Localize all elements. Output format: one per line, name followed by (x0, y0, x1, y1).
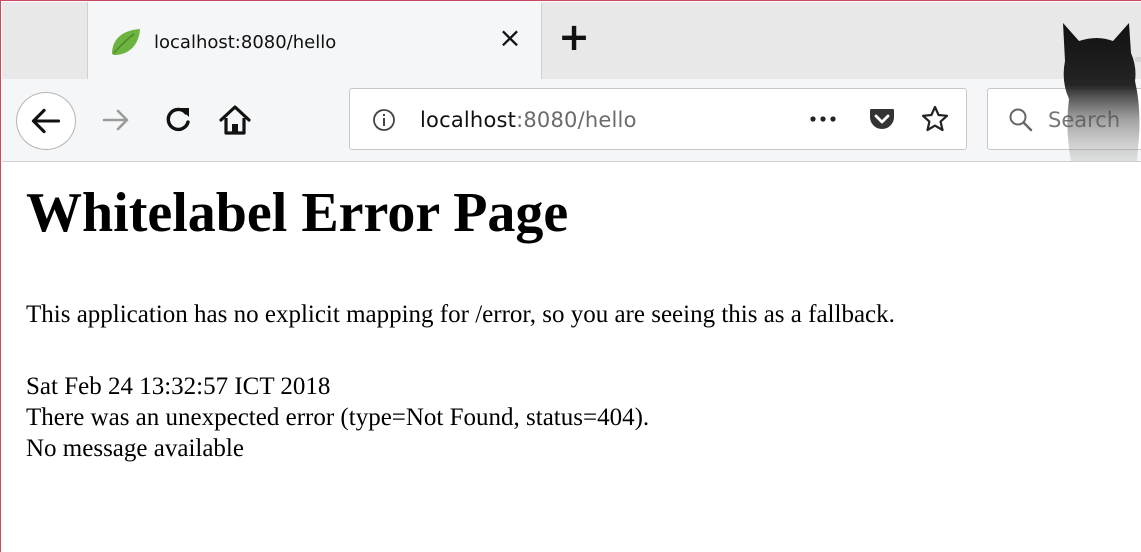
url-text: localhost:8080/hello (420, 108, 637, 132)
browser-window: localhost:8080/hello × + localhost:8080/… (0, 0, 1141, 552)
spring-leaf-icon (112, 29, 140, 55)
page-actions-icon[interactable] (808, 107, 838, 131)
tab-strip: localhost:8080/hello × + (2, 2, 1141, 82)
home-icon[interactable] (217, 102, 253, 138)
error-detail: There was an unexpected error (type=Not … (26, 404, 650, 431)
back-arrow-icon (31, 108, 61, 134)
url-path: :8080/hello (516, 108, 637, 132)
info-icon[interactable] (372, 108, 396, 132)
navigation-toolbar: localhost:8080/hello Search (2, 79, 1141, 162)
tab-title: localhost:8080/hello (154, 32, 337, 53)
bookmark-star-icon[interactable] (920, 104, 950, 134)
error-message: No message available (26, 435, 244, 462)
search-icon (1009, 108, 1033, 132)
url-host: localhost (420, 108, 517, 132)
back-button[interactable] (16, 92, 76, 150)
url-bar[interactable]: localhost:8080/hello (349, 88, 967, 150)
close-tab-icon[interactable]: × (496, 24, 524, 52)
forward-arrow-icon[interactable] (98, 102, 134, 138)
tab-strip-spacer (2, 2, 88, 79)
tab-localhost-hello[interactable]: localhost:8080/hello × (88, 2, 542, 82)
error-timestamp: Sat Feb 24 13:32:57 ICT 2018 (26, 373, 331, 400)
pocket-icon[interactable] (868, 105, 896, 133)
reload-icon[interactable] (160, 102, 196, 138)
fallback-message: This application has no explicit mapping… (26, 301, 895, 328)
new-tab-button[interactable]: + (557, 18, 591, 56)
page-title: Whitelabel Error Page (26, 182, 569, 244)
cat-theme-graphic (1063, 23, 1141, 161)
